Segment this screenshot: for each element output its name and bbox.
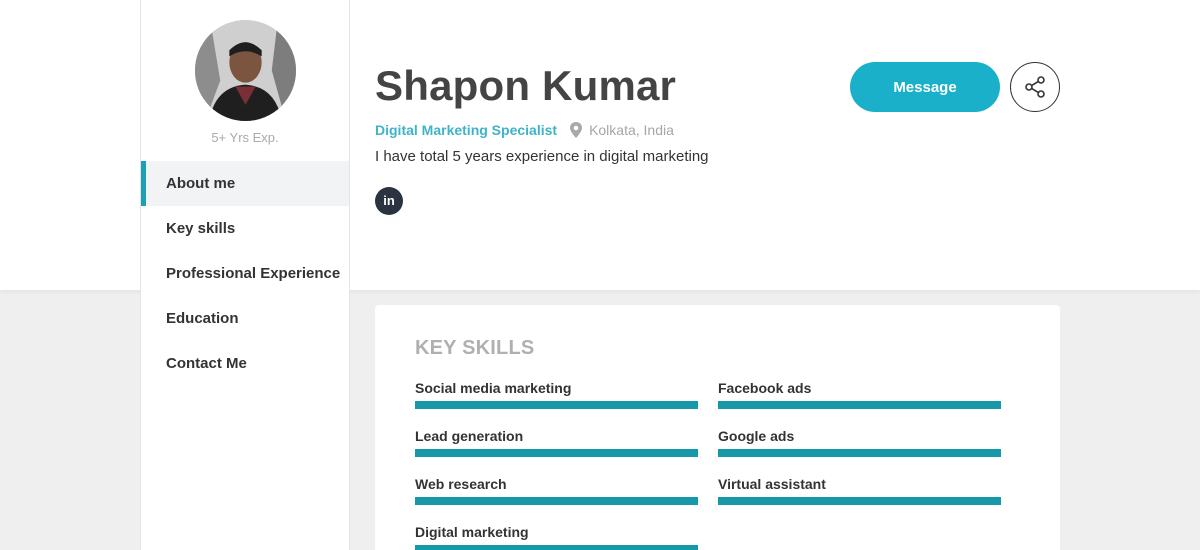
skill-bar-fill — [415, 545, 698, 550]
sidebar-item-education[interactable]: Education — [141, 296, 349, 341]
skill-bar-fill — [718, 449, 1001, 457]
skill-item: Lead generation — [415, 428, 698, 457]
sidebar-item-professional-experience[interactable]: Professional Experience — [141, 251, 349, 296]
key-skills-card: KEY SKILLS Social media marketing Facebo… — [375, 305, 1060, 550]
skill-item: Digital marketing — [415, 524, 698, 550]
skill-bar — [415, 545, 698, 550]
role-line: Digital Marketing Specialist Kolkata, In… — [375, 121, 674, 139]
linkedin-icon[interactable]: in — [375, 187, 403, 215]
skill-bar-fill — [718, 497, 1001, 505]
profile-role: Digital Marketing Specialist — [375, 122, 558, 138]
skill-bar — [415, 449, 698, 457]
skill-bar — [415, 401, 698, 409]
skill-bar-fill — [415, 401, 698, 409]
skill-label: Google ads — [718, 428, 795, 444]
skill-item: Virtual assistant — [718, 476, 1001, 505]
skill-label: Virtual assistant — [718, 476, 826, 492]
profile-location: Kolkata, India — [589, 122, 674, 138]
skill-label: Digital marketing — [415, 524, 529, 540]
skill-item: Social media marketing — [415, 380, 698, 409]
sidebar-nav: About me Key skills Professional Experie… — [141, 161, 349, 386]
key-skills-title: KEY SKILLS — [415, 337, 535, 359]
sidebar: 5+ Yrs Exp. About me Key skills Professi… — [140, 0, 350, 550]
experience-label: 5+ Yrs Exp. — [211, 130, 279, 145]
skill-label: Lead generation — [415, 428, 524, 444]
share-icon — [1025, 76, 1045, 98]
skill-bar-fill — [415, 449, 698, 457]
share-button[interactable] — [1010, 62, 1060, 112]
skill-item: Web research — [415, 476, 698, 505]
sidebar-item-about-me[interactable]: About me — [141, 161, 349, 206]
skill-bar-fill — [415, 497, 698, 505]
skill-bar — [718, 497, 1001, 505]
skill-item: Facebook ads — [718, 380, 1001, 409]
sidebar-item-contact-me[interactable]: Contact Me — [141, 341, 349, 386]
skill-bar — [718, 449, 1001, 457]
message-button[interactable]: Message — [850, 62, 1000, 112]
skill-bar-fill — [718, 401, 1001, 409]
skill-label: Facebook ads — [718, 380, 812, 396]
map-pin-icon — [569, 122, 583, 138]
profile-bio: I have total 5 years experience in digit… — [375, 148, 709, 165]
sidebar-item-key-skills[interactable]: Key skills — [141, 206, 349, 251]
skill-bar — [415, 497, 698, 505]
skill-bar — [718, 401, 1001, 409]
skill-item: Google ads — [718, 428, 1001, 457]
profile-name: Shapon Kumar — [375, 62, 677, 109]
avatar-image — [195, 20, 296, 121]
skill-label: Web research — [415, 476, 507, 492]
skill-label: Social media marketing — [415, 380, 572, 396]
avatar — [195, 20, 296, 121]
